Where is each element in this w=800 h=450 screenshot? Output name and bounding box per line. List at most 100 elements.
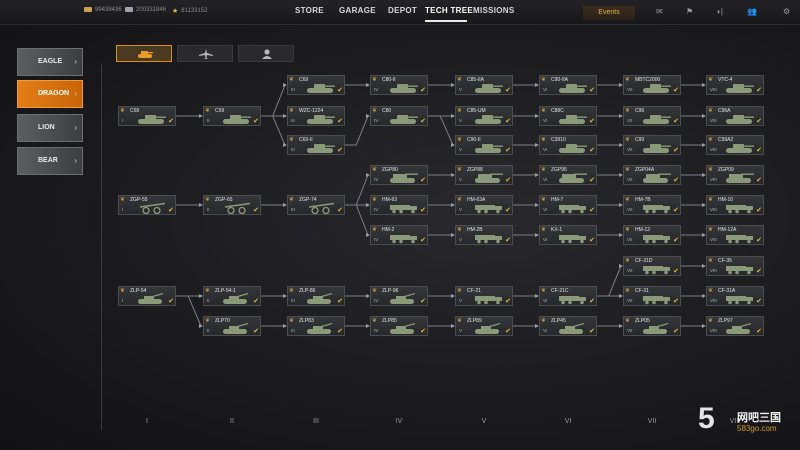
checkmark-icon: ✔ <box>337 207 343 214</box>
vehicle-card[interactable]: ❦ ZGP-55 I ✔ <box>118 195 176 215</box>
vehicle-card[interactable]: ❦ C80-II IV ✔ <box>370 75 428 95</box>
checkmark-icon: ✔ <box>337 118 343 125</box>
vehicle-card[interactable]: ❦ ZGP-74 III ✔ <box>287 195 345 215</box>
checkmark-icon: ✔ <box>673 268 679 275</box>
vehicle-card[interactable]: ❦ VTC-4 VIII ✔ <box>706 75 764 95</box>
vehicle-card[interactable]: ❦ C99 VII ✔ <box>623 135 681 155</box>
checkmark-icon: ✔ <box>589 207 595 214</box>
vehicle-card[interactable]: ❦ ZGP95 VI ✔ <box>539 165 597 185</box>
vehicle-card[interactable]: ❦ C90-II V ✔ <box>455 135 513 155</box>
vehicle-card[interactable]: ❦ C69-II III ✔ <box>287 135 345 155</box>
tier-label: I <box>146 418 148 425</box>
truck-silhouette-icon <box>726 205 753 214</box>
tank-silhouette-icon <box>475 115 503 124</box>
vehicle-tier: VI <box>543 177 548 182</box>
vehicle-card[interactable]: ❦ C99A2 VIII ✔ <box>706 135 764 155</box>
vehicle-card[interactable]: ❦ ZLP70 II ✔ <box>203 316 261 336</box>
vehicle-card[interactable]: ❦ CF-31D VII ✔ <box>623 256 681 276</box>
vehicle-tier: V <box>459 87 463 92</box>
checkmark-icon: ✔ <box>168 207 174 214</box>
vehicle-tier: VI <box>543 207 548 212</box>
vehicle-card[interactable]: ❦ C96A VIII ✔ <box>706 106 764 126</box>
vehicle-card[interactable]: ❦ ZLP89 V ✔ <box>455 316 513 336</box>
vehicle-card[interactable]: ❦ CF-21 V ✔ <box>455 286 513 306</box>
vehicle-card[interactable]: ❦ CF-21C VI ✔ <box>539 286 597 306</box>
watermark-logo: 5 <box>698 402 715 435</box>
laurel-icon: ❦ <box>120 288 126 294</box>
laurel-icon: ❦ <box>289 77 295 83</box>
tank-silhouette-icon <box>390 84 418 93</box>
checkmark-icon: ✔ <box>673 147 679 154</box>
vehicle-card[interactable]: ❦ C3910 VI ✔ <box>539 135 597 155</box>
laurel-icon: ❦ <box>708 137 714 143</box>
vehicle-tier: VIII <box>710 207 717 212</box>
tier-label: V <box>481 418 487 425</box>
vehicle-card[interactable]: ❦ HM-10 VIII ✔ <box>706 195 764 215</box>
laurel-icon: ❦ <box>708 77 714 83</box>
checkmark-icon: ✔ <box>505 87 511 94</box>
vehicle-card[interactable]: ❦ ZLP45 VI ✔ <box>539 316 597 336</box>
vehicle-card[interactable]: ❦ ZLP05 VII ✔ <box>623 316 681 336</box>
vehicle-card[interactable]: ❦ HM-2B V ✔ <box>455 225 513 245</box>
vehicle-card[interactable]: ❦ ZGP80 IV ✔ <box>370 165 428 185</box>
vehicle-card[interactable]: ❦ C85-UM V ✔ <box>455 106 513 126</box>
vehicle-card[interactable]: ❦ C58 I ✔ <box>118 106 176 126</box>
tank-silhouette-icon <box>138 115 166 124</box>
checkmark-icon: ✔ <box>420 298 426 305</box>
vehicle-tier: V <box>459 298 463 303</box>
checkmark-icon: ✔ <box>420 118 426 125</box>
checkmark-icon: ✔ <box>505 147 511 154</box>
vehicle-card[interactable]: ❦ ZLP-54 I ✔ <box>118 286 176 306</box>
vehicle-card[interactable]: ❦ C85-IIA V ✔ <box>455 75 513 95</box>
laurel-icon: ❦ <box>541 197 547 203</box>
vehicle-card[interactable]: ❦ C59 II ✔ <box>203 106 261 126</box>
checkmark-icon: ✔ <box>673 118 679 125</box>
vehicle-card[interactable]: ❦ MBTC2000 VII ✔ <box>623 75 681 95</box>
vehicle-card[interactable]: ❦ ZGP04A VII ✔ <box>623 165 681 185</box>
truck-silhouette-icon <box>475 205 502 214</box>
vehicle-card[interactable]: ❦ ZGP-65 II ✔ <box>203 195 261 215</box>
vehicle-tier: VII <box>627 268 633 273</box>
vehicle-card[interactable]: ❦ HM-63A V ✔ <box>455 195 513 215</box>
vehicle-card[interactable]: ❦ C69 III ✔ <box>287 75 345 95</box>
vehicle-card[interactable]: ❦ C88C VI ✔ <box>539 106 597 126</box>
vehicle-card[interactable]: ❦ HM-7B VII ✔ <box>623 195 681 215</box>
vehicle-card[interactable]: ❦ WZC-1224 III ✔ <box>287 106 345 126</box>
laurel-icon: ❦ <box>625 318 631 324</box>
checkmark-icon: ✔ <box>589 118 595 125</box>
vehicle-card[interactable]: ❦ ZLP-86 III ✔ <box>287 286 345 306</box>
laurel-icon: ❦ <box>457 288 463 294</box>
vehicle-card[interactable]: ❦ KX-1 VI ✔ <box>539 225 597 245</box>
checkmark-icon: ✔ <box>253 298 259 305</box>
checkmark-icon: ✔ <box>505 118 511 125</box>
vehicle-tier: VIII <box>710 118 717 123</box>
vehicle-card[interactable]: ❦ ZGP09 VIII ✔ <box>706 165 764 185</box>
vehicle-card[interactable]: ❦ ZLP97 VIII ✔ <box>706 316 764 336</box>
laurel-icon: ❦ <box>289 318 295 324</box>
checkmark-icon: ✔ <box>337 298 343 305</box>
checkmark-icon: ✔ <box>420 177 426 184</box>
vehicle-card[interactable]: ❦ ZGP88 V ✔ <box>455 165 513 185</box>
vehicle-card[interactable]: ❦ ZLP85 IV ✔ <box>370 316 428 336</box>
vehicle-card[interactable]: ❦ ZLP-96 IV ✔ <box>370 286 428 306</box>
checkmark-icon: ✔ <box>756 87 762 94</box>
vehicle-tier: V <box>459 237 463 242</box>
vehicle-card[interactable]: ❦ CF-35 VIII ✔ <box>706 256 764 276</box>
vehicle-card[interactable]: ❦ HM-7 VI ✔ <box>539 195 597 215</box>
vehicle-card[interactable]: ❦ ZLP-54-1 II ✔ <box>203 286 261 306</box>
vehicle-card[interactable]: ❦ HM-2 IV ✔ <box>370 225 428 245</box>
vehicle-card[interactable]: ❦ HM-12 VII ✔ <box>623 225 681 245</box>
checkmark-icon: ✔ <box>505 298 511 305</box>
vehicle-card[interactable]: ❦ CF-31A VIII ✔ <box>706 286 764 306</box>
vehicle-card[interactable]: ❦ CF-31 VII ✔ <box>623 286 681 306</box>
vehicle-card[interactable]: ❦ C90-IIA VI ✔ <box>539 75 597 95</box>
laurel-icon: ❦ <box>625 137 631 143</box>
vehicle-card[interactable]: ❦ C96 VII ✔ <box>623 106 681 126</box>
truck-silhouette-icon <box>390 235 417 244</box>
vehicle-card[interactable]: ❦ HM-12A VIII ✔ <box>706 225 764 245</box>
laurel-icon: ❦ <box>625 167 631 173</box>
aa-gun-silhouette-icon <box>726 323 752 334</box>
vehicle-card[interactable]: ❦ HM-63 IV ✔ <box>370 195 428 215</box>
vehicle-card[interactable]: ❦ C80 IV ✔ <box>370 106 428 126</box>
vehicle-card[interactable]: ❦ ZLP83 III ✔ <box>287 316 345 336</box>
